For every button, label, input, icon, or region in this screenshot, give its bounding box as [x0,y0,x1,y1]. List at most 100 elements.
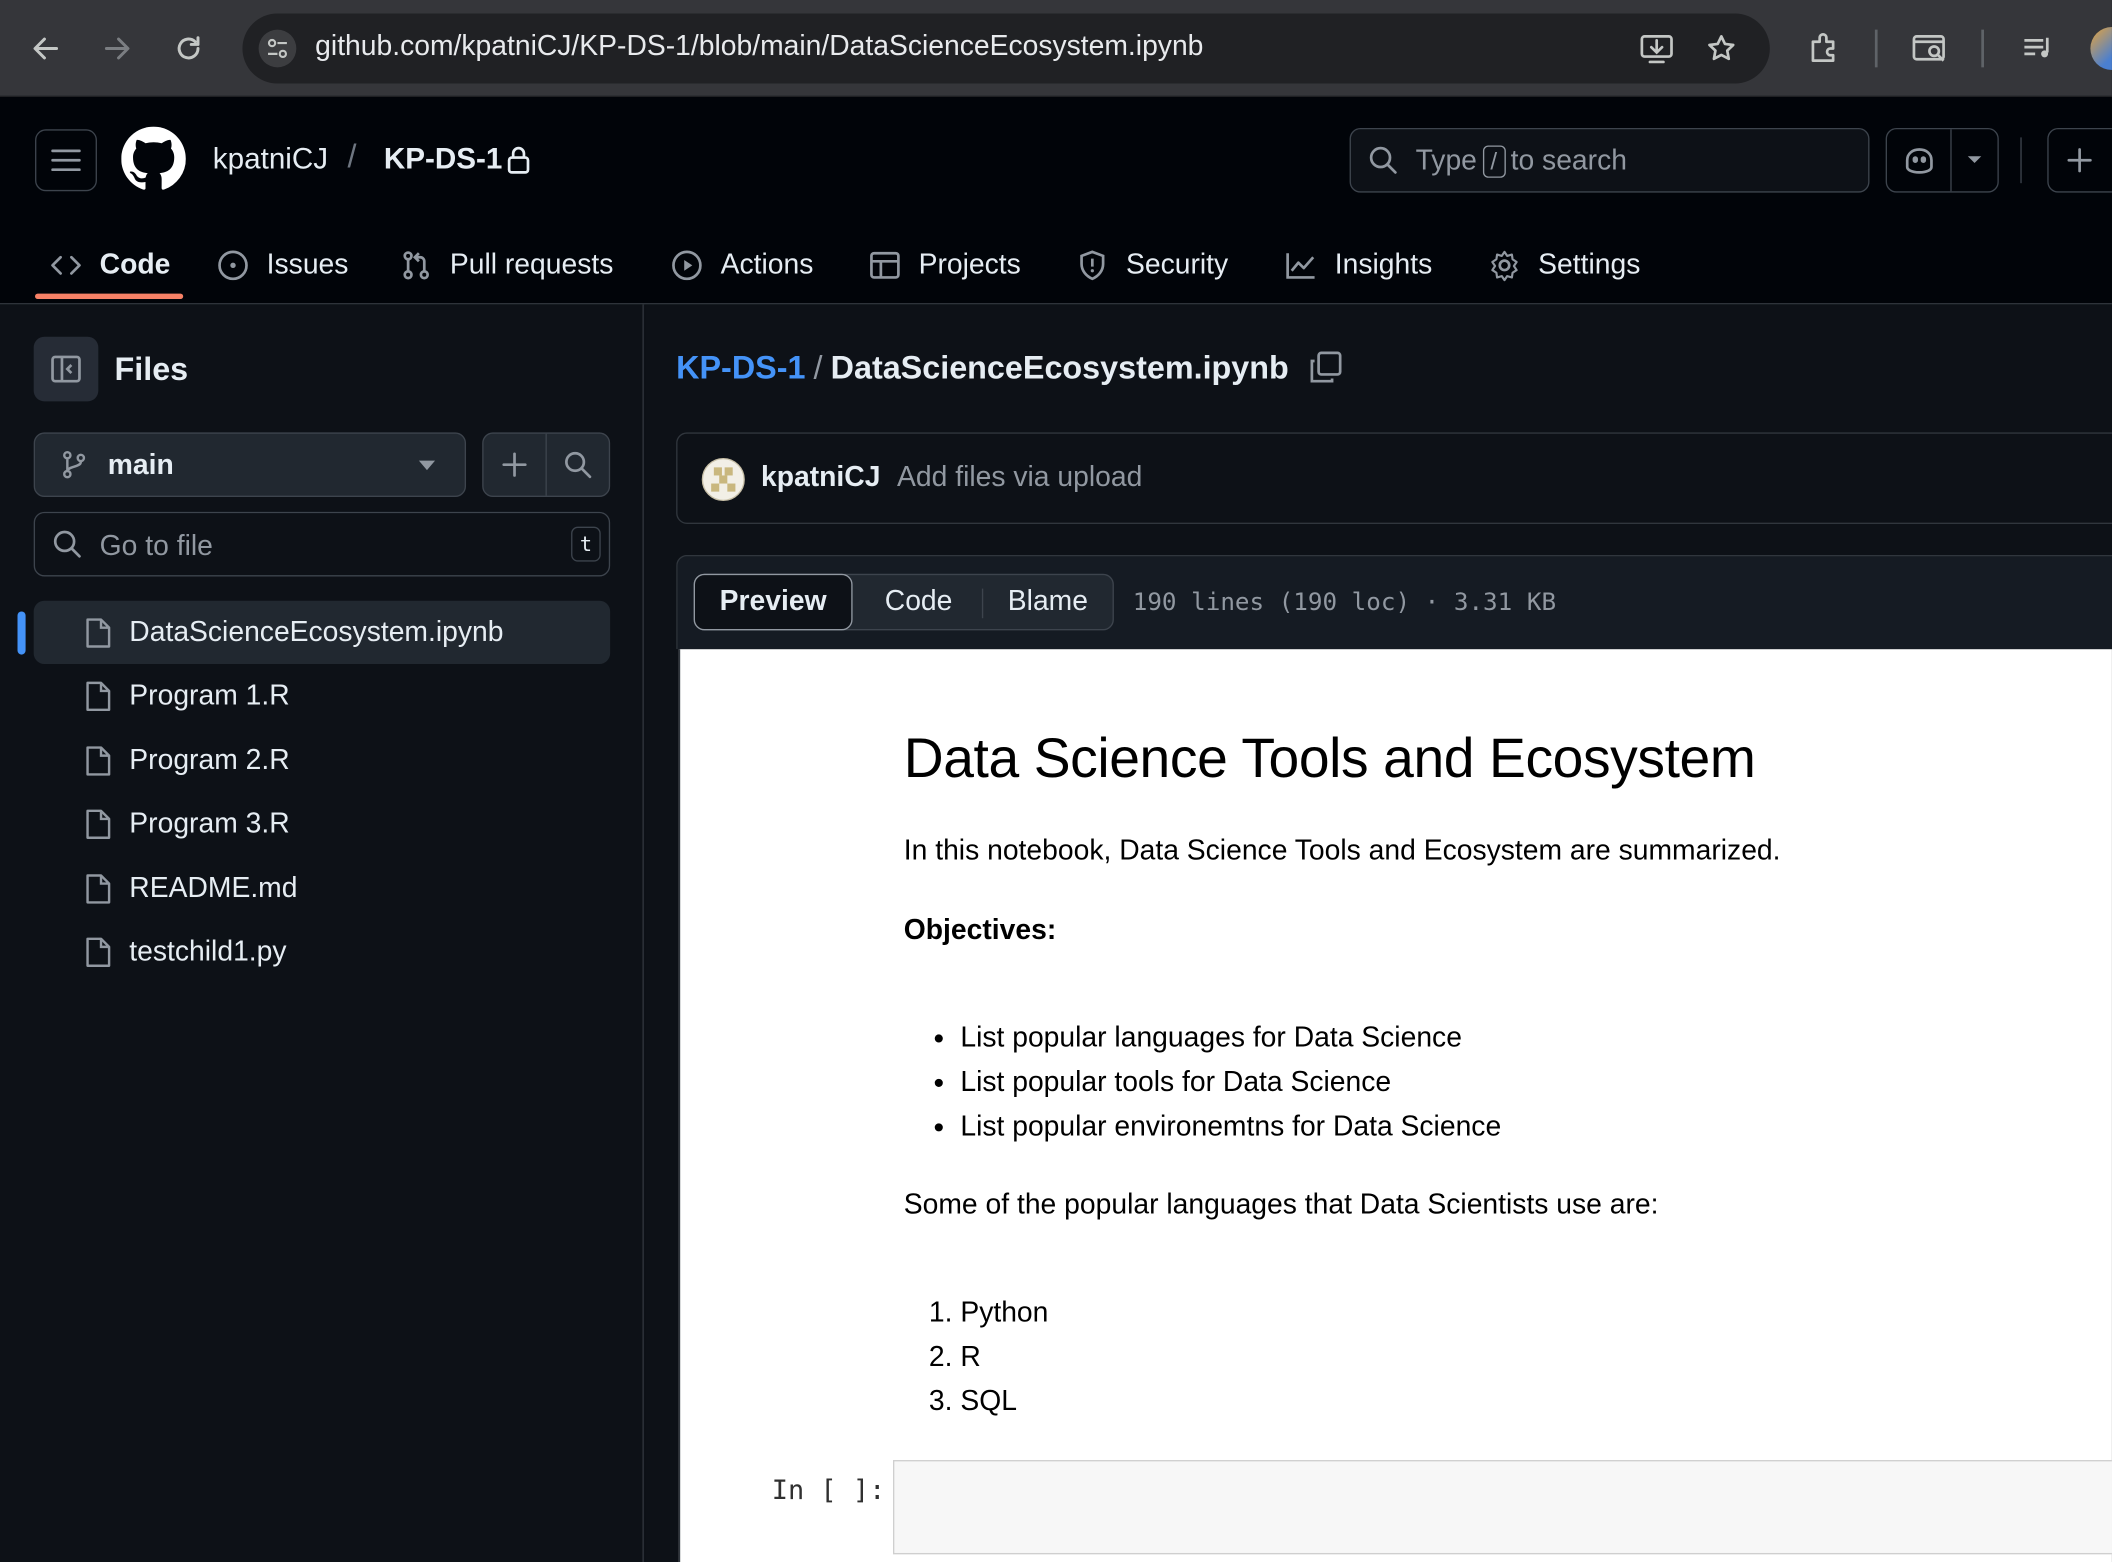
file-icon [86,746,111,776]
file-item-program-2[interactable]: Program 2.R [34,728,610,791]
avatar[interactable] [701,457,745,502]
tab-projects[interactable]: Projects [867,226,1021,304]
path-file-name: DataScienceEcosystem.ipynb [830,350,1289,387]
file-item-program-1[interactable]: Program 1.R [34,665,610,728]
file-item-program-3[interactable]: Program 3.R [34,792,610,855]
file-icon [86,937,111,967]
bookmark-star-icon[interactable] [1702,32,1740,64]
file-item-testchild1[interactable]: testchild1.py [34,920,610,983]
address-bar[interactable]: github.com/kpatniCJ/KP-DS-1/blob/main/Da… [242,13,1770,84]
collapse-sidebar-icon[interactable] [33,336,99,402]
latest-commit-box: kpatniCJ Add files via upload [676,432,2112,524]
tab-label: Code [99,249,171,281]
tab-security[interactable]: Security [1075,226,1228,304]
commit-author[interactable]: kpatniCJ [761,462,880,494]
path-separator: / [813,350,823,387]
extensions-icon[interactable] [1799,24,1847,72]
selection-indicator [17,611,26,655]
toolbar-divider [1981,29,1984,68]
branch-selector[interactable]: main [33,432,467,498]
copilot-icon[interactable] [1887,129,1952,192]
search-icon [53,530,81,558]
tab-label: Insights [1334,249,1433,281]
file-name: DataScienceEcosystem.ipynb [129,616,504,648]
install-app-icon[interactable] [1638,32,1676,64]
issue-icon [216,248,251,283]
play-icon [669,248,704,283]
github-logo-icon[interactable] [121,126,186,192]
file-icon [86,873,111,904]
file-toolbar: Preview Code Blame 190 lines (190 loc) ·… [676,554,2112,650]
url-text[interactable]: github.com/kpatniCJ/KP-DS-1/blob/main/Da… [315,31,1203,63]
graph-icon [1284,248,1319,283]
file-item-readme[interactable]: README.md [34,856,610,919]
tab-actions[interactable]: Actions [669,226,813,304]
tab-label: Projects [918,249,1021,281]
breadcrumb-separator: / [347,138,357,176]
reload-icon[interactable] [164,24,212,72]
copy-path-icon[interactable] [1308,350,1343,385]
tab-issues[interactable]: Issues [216,226,348,304]
go-to-file-input[interactable]: Go to file t [33,511,611,577]
objectives-list: List popular languages for Data Science … [960,1021,1501,1154]
tab-label: Security [1126,249,1229,281]
tab-insights[interactable]: Insights [1284,226,1433,304]
objectives-heading: Objectives: [903,914,1057,946]
forward-icon[interactable] [93,24,141,72]
sidebar-actions [482,432,611,498]
breadcrumb-owner[interactable]: kpatniCJ [213,141,328,176]
tab-pull-requests[interactable]: Pull requests [399,226,613,304]
preview-tab[interactable]: Preview [693,573,853,631]
file-stats: 190 lines (190 loc) · 3.31 KB [1132,588,1557,617]
repo-tabs: Code Issues Pull requests Actions Projec… [0,226,2112,304]
file-item-datascienceecosystem[interactable]: DataScienceEcosystem.ipynb [17,600,611,665]
back-icon[interactable] [22,24,70,72]
files-heading: Files [114,351,189,388]
empty-code-cell[interactable] [892,1460,2112,1555]
languages-list: Python R SQL [960,1296,1048,1429]
branch-icon [63,450,86,479]
copilot-button-group [1885,127,1999,193]
list-item: List popular environemtns for Data Scien… [960,1110,1501,1154]
search-files-icon[interactable] [546,434,609,496]
tab-search-icon[interactable] [1906,24,1954,72]
view-mode-toggle: Preview Code Blame [693,573,1114,631]
blame-tab[interactable]: Blame [983,575,1112,629]
site-settings-icon[interactable] [258,29,297,68]
global-search-input[interactable]: Type / to search [1349,127,1870,193]
table-icon [867,248,902,283]
media-controls-icon[interactable] [2014,24,2062,72]
go-to-file-placeholder: Go to file [99,530,213,562]
code-view-tab[interactable]: Code [854,575,983,629]
profile-avatar[interactable] [2090,26,2112,71]
file-icon [86,618,111,648]
breadcrumb-repo[interactable]: KP-DS-1 [384,141,503,176]
search-placeholder: Type / to search [1415,145,1627,178]
header-divider [2020,137,2022,184]
create-new-plus-icon[interactable] [2047,127,2112,193]
file-name: README.md [129,872,298,904]
file-tree-sidebar: Files main Go to file t DataScienceEcosy… [0,304,644,1562]
chevron-down-icon [418,460,436,471]
github-header: kpatniCJ / KP-DS-1 Type/to search Code [0,96,2112,305]
notebook-preview: Data Science Tools and Ecosystem In this… [678,649,2112,1562]
code-icon [48,248,83,283]
browser-toolbar: github.com/kpatniCJ/KP-DS-1/blob/main/Da… [0,0,2112,97]
tab-label: Settings [1538,249,1641,281]
list-item: List popular languages for Data Science [960,1021,1501,1065]
copilot-dropdown-icon[interactable] [1952,129,1998,191]
hamburger-menu-icon[interactable] [35,129,97,192]
file-icon [86,809,111,840]
tab-settings[interactable]: Settings [1487,226,1640,304]
file-list: DataScienceEcosystem.ipynb Program 1.R P… [17,600,611,984]
list-item: SQL [960,1385,1048,1429]
file-name: Program 2.R [129,744,290,776]
commit-message[interactable]: Add files via upload [897,462,1142,494]
add-file-plus-icon[interactable] [484,433,547,496]
file-name: Program 3.R [129,808,290,840]
file-name: Program 1.R [129,680,290,712]
toolbar-divider [1874,29,1878,68]
path-repo-link[interactable]: KP-DS-1 [676,350,805,386]
file-path-breadcrumb: KP-DS-1/DataScienceEcosystem.ipynb [676,350,1289,388]
input-prompt: In [ ]: [771,1473,886,1506]
